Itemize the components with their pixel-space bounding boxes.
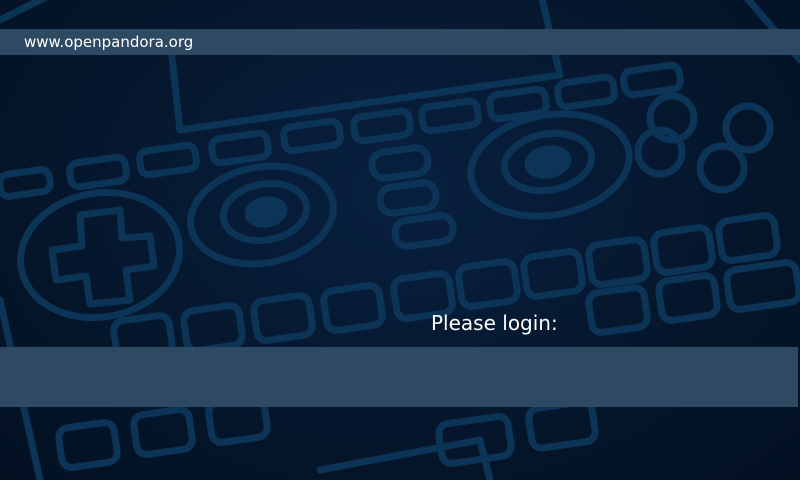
login-prompt-label: Please login:: [431, 311, 558, 335]
login-input[interactable]: [0, 347, 798, 407]
top-bar: www.openpandora.org: [0, 29, 800, 55]
login-screen: www.openpandora.org Please login:: [0, 0, 800, 480]
pandora-device-outline-art: [0, 0, 800, 480]
site-url-link[interactable]: www.openpandora.org: [24, 33, 193, 51]
